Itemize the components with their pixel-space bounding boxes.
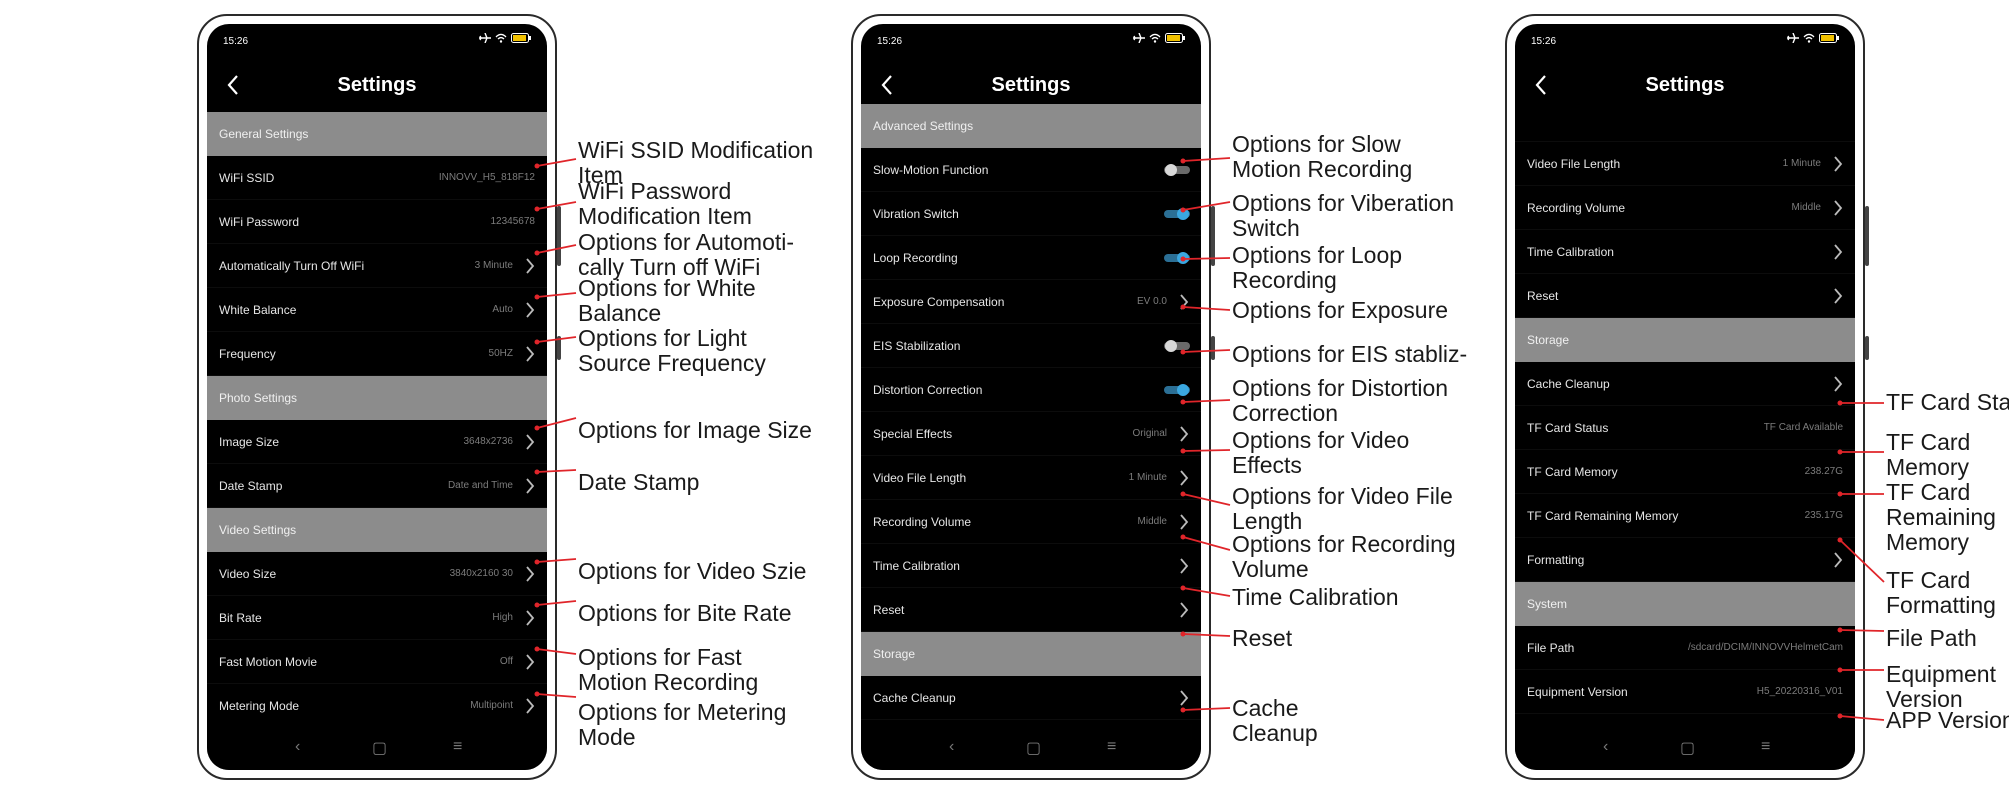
leader-line [536,693,577,698]
annotation-label: Options for Distortion Correction [1232,375,1449,426]
leader-line [1182,257,1231,260]
annotation-label: File Path [1886,625,1977,651]
leader-dot [1837,667,1843,673]
leader-dot [1180,399,1186,405]
leader-line [1182,493,1231,506]
leader-dot [534,469,540,475]
leader-line [536,244,577,254]
annotation-label: Options for Loop Recording [1232,242,1403,293]
leader-dot [1180,491,1186,497]
annotation-leader-lines [534,157,1885,721]
leader-dot [1180,158,1186,164]
annotation-label: TF Card Status [1886,389,2009,415]
leader-line [1839,539,1885,583]
annotation-label: TF Card Memory [1886,429,1971,480]
leader-line [536,558,577,563]
leader-dot [1180,707,1186,713]
leader-dot [1837,491,1843,497]
annotation-label: Options for Video Effects [1232,427,1410,478]
leader-line [1182,349,1231,353]
annotation-label: Date Stamp [578,469,700,495]
leader-line [1182,536,1231,551]
leader-dot [1180,585,1186,591]
annotation-label: Options for Slow Motion Recording [1232,131,1413,182]
leader-dot [1837,627,1843,633]
annotation-label: Options for Fast Motion Recording [578,644,759,695]
leader-line [536,201,577,210]
leader-line [536,600,577,606]
leader-dot [1180,256,1186,262]
leader-dot [534,559,540,565]
leader-dot [534,602,540,608]
leader-dot [1180,349,1186,355]
leader-dot [534,250,540,256]
leader-line [1182,449,1231,452]
leader-dot [1180,448,1186,454]
leader-dot [534,646,540,652]
annotation-label: Options for Exposure [1232,297,1449,323]
annotation-label: Options for Recording Volume [1232,531,1456,582]
leader-line [536,648,577,655]
annotation-label: Options for Light Source Frequency [578,325,766,376]
leader-line [1839,629,1885,632]
annotation-label: Options for Image Size [578,417,812,443]
leader-dot [1837,713,1843,719]
leader-dot [534,339,540,345]
leader-dot [534,294,540,300]
leader-dot [534,425,540,431]
annotation-label: TF Card Formatting [1886,567,1996,618]
annotation-label: WiFi Password Modification Item [578,178,752,229]
annotation-label: Reset [1232,625,1293,651]
leader-dot [1180,304,1186,310]
annotation-label: Options for White Balance [578,275,756,326]
leader-line [1182,306,1231,311]
leader-dot [1837,537,1843,543]
leader-line [1182,157,1231,162]
leader-line [536,336,577,343]
annotation-label: Options for Metering Mode [578,699,787,750]
leader-line [1182,587,1231,597]
annotation-label: Options for Viberation Switch [1232,190,1455,241]
leader-line [1839,715,1885,721]
leader-line [1182,399,1231,403]
leader-line [536,417,577,429]
leader-dot [534,163,540,169]
leader-line [1182,633,1231,637]
leader-line [536,292,577,298]
annotation-label: Cache Cleanup [1232,695,1318,746]
leader-line [1182,201,1231,211]
annotation-label: Options for Automoti-cally Turn off WiFi [578,229,795,280]
leader-dot [1180,534,1186,540]
leader-dot [534,691,540,697]
leader-dot [534,206,540,212]
annotation-label: Time Calibration [1232,584,1399,610]
annotation-label: TF Card Remaining Memory [1886,479,1996,555]
annotation-label: APP Version [1886,707,2009,733]
annotation-label: Options for Video File Length [1232,483,1453,534]
leader-line [1182,707,1231,711]
leader-dot [1837,400,1843,406]
leader-dot [1180,207,1186,213]
annotation-label: Options for EIS stabliz- [1232,341,1468,367]
leader-dot [1837,449,1843,455]
annotation-label: Equipment Version [1886,661,1996,712]
leader-line [536,469,577,473]
annotation-label: Options for Video Szie [578,558,807,584]
leader-line [536,158,577,167]
leader-dot [1180,631,1186,637]
annotation-label: Options for Bite Rate [578,600,792,626]
